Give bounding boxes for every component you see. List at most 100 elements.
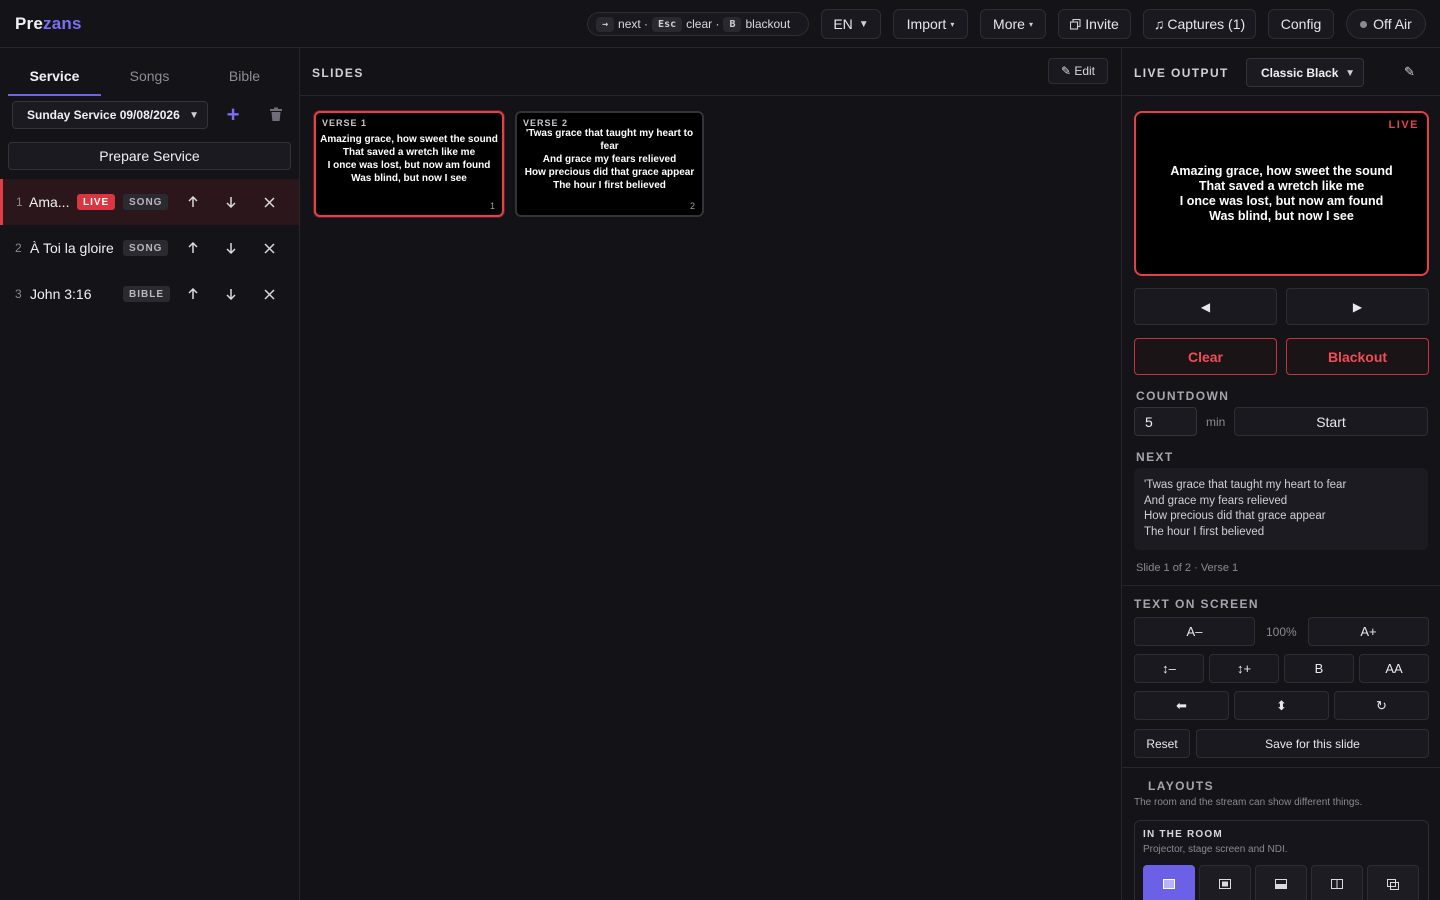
slide-card[interactable]: VERSE 2 'Twas grace that taught my heart… xyxy=(515,111,704,217)
captures-button[interactable]: ♫ Captures (1) xyxy=(1143,9,1256,39)
arrow-up-icon xyxy=(188,242,198,253)
chevron-down-icon: ▼ xyxy=(1345,68,1355,79)
blackout-button[interactable]: Blackout xyxy=(1286,338,1429,375)
theme-select-value: Classic Black xyxy=(1261,65,1339,80)
slide-status: Slide 1 of 2 · Verse 1 xyxy=(1136,562,1239,574)
pencil-icon[interactable]: ✎ xyxy=(1404,64,1415,80)
save-for-slide-button[interactable]: Save for this slide xyxy=(1196,729,1429,758)
layout-split-button[interactable] xyxy=(1311,865,1363,900)
next-line: How precious did that grace appear xyxy=(1144,510,1326,522)
line-height-decrease-button[interactable]: ↕– xyxy=(1134,654,1204,683)
font-size-value: 100% xyxy=(1266,625,1297,639)
more-button[interactable]: More ▾ xyxy=(980,9,1046,39)
close-icon xyxy=(263,242,275,254)
reset-style-button[interactable]: ↻ xyxy=(1334,691,1429,720)
service-item[interactable]: 1 Ama... LIVE SONG xyxy=(0,179,299,225)
next-line: And grace my fears relieved xyxy=(1144,494,1288,507)
layout-lower-third-button[interactable] xyxy=(1255,865,1307,900)
chevron-down-icon: ▾ xyxy=(1028,19,1033,29)
theme-select[interactable]: Classic Black ▼ xyxy=(1246,58,1364,87)
language-value: EN xyxy=(833,16,853,32)
slide-card[interactable]: VERSE 1 Amazing grace, how sweet the sou… xyxy=(314,111,504,217)
move-down-button[interactable] xyxy=(223,194,239,210)
layout-overlay-button[interactable] xyxy=(1367,865,1419,900)
remove-item-button[interactable] xyxy=(261,286,277,302)
type-badge: BIBLE xyxy=(123,286,170,302)
prepare-service-button[interactable]: Prepare Service xyxy=(8,142,291,170)
layout-center-button[interactable] xyxy=(1199,865,1251,900)
trash-icon xyxy=(270,107,282,121)
countdown-input[interactable]: 5 xyxy=(1134,407,1197,436)
move-up-button[interactable] xyxy=(185,240,201,256)
slide-line: Amazing grace, how sweet the sound xyxy=(320,134,498,145)
layout-full-button[interactable] xyxy=(1143,865,1195,900)
add-service-button[interactable]: + xyxy=(222,102,244,127)
close-icon xyxy=(263,196,275,208)
slide-line: The hour I first believed xyxy=(553,180,666,191)
tab-service[interactable]: Service xyxy=(8,56,101,96)
slides-title: SLIDES xyxy=(312,66,364,80)
service-select[interactable]: Sunday Service 09/08/2026 ▼ xyxy=(12,101,208,129)
delete-service-button[interactable] xyxy=(266,105,286,125)
import-label: Import xyxy=(906,16,947,32)
next-label: NEXT xyxy=(1136,450,1174,464)
type-badge: SONG xyxy=(123,240,169,256)
service-item[interactable]: 2 À Toi la gloire SONG xyxy=(0,225,299,271)
slides-header: SLIDES ✎ Edit xyxy=(300,48,1121,96)
invite-label: Invite xyxy=(1085,16,1119,32)
layouts-description: The room and the stream can show differe… xyxy=(1134,797,1363,808)
reset-button[interactable]: Reset xyxy=(1134,729,1190,758)
tab-bible[interactable]: Bible xyxy=(198,56,291,96)
move-up-button[interactable] xyxy=(185,286,201,302)
app-logo: Prezans xyxy=(15,14,82,34)
layout-split-icon xyxy=(1331,879,1343,889)
font-decrease-button[interactable]: A– xyxy=(1134,617,1255,646)
slide-text: Amazing grace, how sweet the sound That … xyxy=(320,133,498,185)
captures-label: Captures (1) xyxy=(1167,16,1246,32)
plus-icon: + xyxy=(226,102,240,127)
off-air-button[interactable]: Off Air xyxy=(1346,9,1426,39)
font-increase-button[interactable]: A+ xyxy=(1308,617,1429,646)
service-item-title: À Toi la gloire xyxy=(30,240,114,256)
line-height-increase-icon: ↕+ xyxy=(1236,661,1252,676)
move-up-button[interactable] xyxy=(185,194,201,210)
line-height-increase-button[interactable]: ↕+ xyxy=(1209,654,1279,683)
align-left-button[interactable]: ⬅ xyxy=(1134,691,1229,720)
preview-line: Amazing grace, how sweet the sound xyxy=(1170,164,1393,178)
divider xyxy=(1122,767,1440,768)
previous-slide-button[interactable]: ◀ xyxy=(1134,288,1277,325)
in-room-layout-card: IN THE ROOM Projector, stage screen and … xyxy=(1134,820,1429,900)
more-label: More xyxy=(993,16,1025,32)
slide-line: I once was lost, but now am found xyxy=(327,160,491,171)
in-room-description: Projector, stage screen and NDI. xyxy=(1143,844,1288,855)
arrow-left-icon: ⬅ xyxy=(1176,697,1187,713)
tab-songs[interactable]: Songs xyxy=(103,56,196,96)
slide-index: 1 xyxy=(489,201,495,211)
uppercase-button[interactable]: AA xyxy=(1359,654,1429,683)
move-down-button[interactable] xyxy=(223,240,239,256)
language-select[interactable]: EN ▼ xyxy=(821,9,881,39)
arrow-down-icon xyxy=(226,243,236,254)
layout-full-icon xyxy=(1163,879,1175,889)
remove-item-button[interactable] xyxy=(261,194,277,210)
preview-line: Was blind, but now I see xyxy=(1209,209,1354,223)
hint-label-next: next · xyxy=(618,17,649,31)
bold-button[interactable]: B xyxy=(1284,654,1354,683)
preview-line: That saved a wretch like me xyxy=(1198,179,1365,193)
invite-button[interactable]: Invite xyxy=(1058,9,1131,39)
arrow-down-icon xyxy=(226,289,236,300)
move-down-button[interactable] xyxy=(223,286,239,302)
edit-button[interactable]: ✎ Edit xyxy=(1048,58,1108,84)
remove-item-button[interactable] xyxy=(261,240,277,256)
arrow-up-icon xyxy=(188,196,198,207)
config-button[interactable]: Config xyxy=(1268,9,1334,39)
countdown-unit: min xyxy=(1206,415,1226,429)
clear-button[interactable]: Clear xyxy=(1134,338,1277,375)
countdown-start-button[interactable]: Start xyxy=(1234,407,1428,436)
layouts-label: LAYOUTS xyxy=(1148,779,1215,793)
vertical-position-button[interactable]: ⬍ xyxy=(1234,691,1329,720)
service-item-number: 2 xyxy=(15,241,22,255)
next-slide-button[interactable]: ▶ xyxy=(1286,288,1429,325)
import-button[interactable]: Import ▾ xyxy=(893,9,968,39)
service-item[interactable]: 3 John 3:16 BIBLE xyxy=(0,271,299,317)
